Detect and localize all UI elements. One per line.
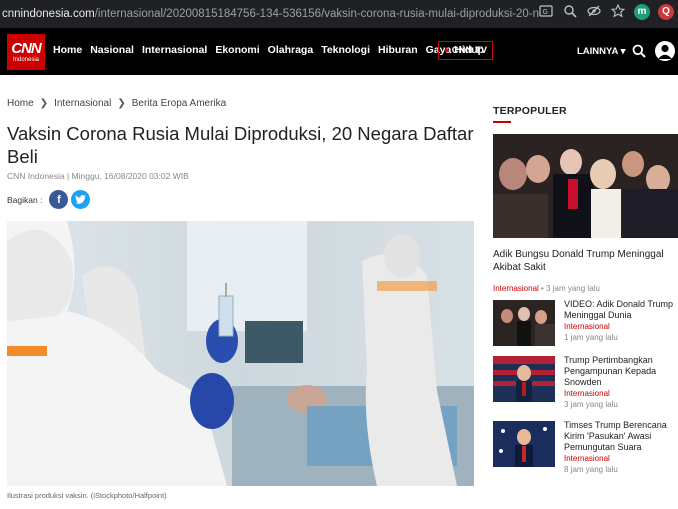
- cnn-tv-button[interactable]: ● CNN TV: [438, 41, 494, 60]
- nav-item-hiburan[interactable]: Hiburan: [378, 44, 418, 56]
- eye-slash-icon[interactable]: [586, 4, 602, 20]
- top-story-separator: •: [538, 284, 547, 293]
- cnn-tv-label: CNN TV: [451, 45, 488, 56]
- chevron-right-icon: ❯: [39, 98, 49, 109]
- story-time-1: 1 jam yang lalu: [564, 333, 618, 342]
- url-host: cnnindonesia.com: [2, 8, 95, 20]
- article-title: Vaksin Corona Rusia Mulai Diproduksi, 20…: [7, 123, 474, 167]
- search-icon[interactable]: [632, 44, 646, 58]
- story-category-2[interactable]: Internasional: [564, 388, 678, 399]
- url-path: /internasional/20200815184756-134-536156…: [94, 8, 540, 20]
- extension-q-icon[interactable]: Q: [658, 4, 674, 20]
- user-icon[interactable]: [655, 41, 675, 61]
- nav-item-home[interactable]: Home: [53, 44, 82, 56]
- chevron-right-icon: ❯: [117, 98, 126, 109]
- top-story-headline[interactable]: Adik Bungsu Donald Trump Meninggal Akiba…: [493, 248, 673, 274]
- logo-text: CNN: [11, 39, 41, 57]
- story-headline-1[interactable]: VIDEO: Adik Donald Trump Meninggal Dunia: [564, 299, 678, 321]
- story-category-1[interactable]: Internasional: [564, 321, 678, 332]
- sidebar-title: TERPOPULER: [493, 105, 567, 117]
- breadcrumb-berita-eropa-amerika[interactable]: Berita Eropa Amerika: [132, 98, 227, 109]
- article-hero-image: [7, 221, 474, 486]
- top-story-meta: Internasional • 3 jam yang lalu: [493, 278, 600, 296]
- story-category-3[interactable]: Internasional: [564, 453, 678, 464]
- breadcrumb: Home ❯ Internasional ❯ Berita Eropa Amer…: [7, 98, 226, 109]
- story-time-2: 3 jam yang lalu: [564, 400, 618, 409]
- story-item-3[interactable]: Timses Trump Berencana Kirim 'Pasukan' A…: [564, 420, 678, 475]
- caret-down-icon: ▾: [620, 46, 626, 57]
- story-thumb-1[interactable]: [493, 300, 555, 346]
- extension-m-icon[interactable]: m: [634, 4, 650, 20]
- story-time-3: 8 jam yang lalu: [564, 465, 618, 474]
- story-item-2[interactable]: Trump Pertimbangkan Pengampunan Kepada S…: [564, 355, 678, 410]
- nav-item-olahraga[interactable]: Olahraga: [268, 44, 314, 56]
- story-thumb-2[interactable]: [493, 356, 555, 402]
- browser-url-bar[interactable]: cnnindonesia.com/internasional/202008151…: [0, 0, 678, 28]
- nav-item-ekonomi[interactable]: Ekonomi: [215, 44, 259, 56]
- image-caption: Ilustrasi produksi vaksin. (iStockphoto/…: [7, 491, 167, 500]
- url-text[interactable]: cnnindonesia.com/internasional/202008151…: [0, 8, 540, 20]
- breadcrumb-internasional[interactable]: Internasional: [54, 98, 111, 109]
- live-dot-icon: ●: [444, 45, 450, 56]
- story-headline-2[interactable]: Trump Pertimbangkan Pengampunan Kepada S…: [564, 355, 678, 388]
- story-headline-3[interactable]: Timses Trump Berencana Kirim 'Pasukan' A…: [564, 420, 678, 453]
- article-meta: CNN Indonesia | Minggu, 16/08/2020 03:02…: [7, 171, 189, 181]
- story-item-1[interactable]: VIDEO: Adik Donald Trump Meninggal Dunia…: [564, 299, 678, 343]
- sidebar-title-underline: [493, 121, 511, 123]
- top-story-category[interactable]: Internasional: [493, 284, 539, 293]
- top-story-time: 3 jam yang lalu: [546, 284, 600, 293]
- nav-item-nasional[interactable]: Nasional: [90, 44, 134, 56]
- top-story-image[interactable]: [493, 134, 678, 238]
- zoom-icon[interactable]: [562, 4, 578, 20]
- site-nav: CNN Indonesia Home Nasional Internasiona…: [0, 28, 678, 75]
- nav-item-internasional[interactable]: Internasional: [142, 44, 207, 56]
- more-menu-button[interactable]: LAINNYA ▾: [577, 46, 625, 57]
- share-bar: Bagikan : f: [7, 190, 93, 209]
- cnn-logo[interactable]: CNN Indonesia: [7, 34, 45, 70]
- breadcrumb-home[interactable]: Home: [7, 98, 34, 109]
- facebook-icon[interactable]: f: [49, 190, 69, 209]
- svg-text:G: G: [543, 9, 548, 16]
- star-icon[interactable]: [610, 3, 626, 20]
- story-thumb-3[interactable]: [493, 421, 555, 467]
- main-menu: Home Nasional Internasional Ekonomi Olah…: [53, 44, 492, 56]
- translate-icon[interactable]: G: [538, 4, 554, 20]
- more-menu-label: LAINNYA: [577, 46, 618, 57]
- logo-subtext: Indonesia: [12, 56, 40, 63]
- twitter-icon[interactable]: [71, 190, 91, 209]
- nav-item-teknologi[interactable]: Teknologi: [321, 44, 370, 56]
- share-label: Bagikan :: [7, 194, 43, 205]
